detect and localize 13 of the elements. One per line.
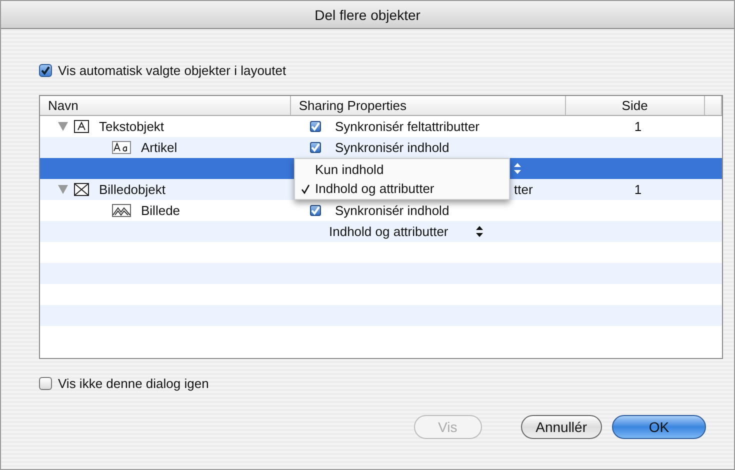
object-name: Tekstobjekt xyxy=(99,119,164,134)
checkbox-label: Vis automatisk valgte objekter i layoutet xyxy=(58,63,286,78)
property-label: tter xyxy=(514,182,533,197)
object-name: Billede xyxy=(141,203,180,218)
page-number: 1 xyxy=(634,182,642,197)
checkbox-label: Vis ikke denne dialog igen xyxy=(58,376,209,391)
object-name: Billedobjekt xyxy=(99,182,166,197)
property-label: Synkronisér feltattributter xyxy=(335,119,480,134)
property-label: Synkronisér indhold xyxy=(335,140,450,155)
object-name: Artikel xyxy=(141,140,178,155)
page-number: 1 xyxy=(634,119,642,134)
property-label: Synkronisér indhold xyxy=(335,203,450,218)
window-title: Del flere objekter xyxy=(314,6,420,22)
